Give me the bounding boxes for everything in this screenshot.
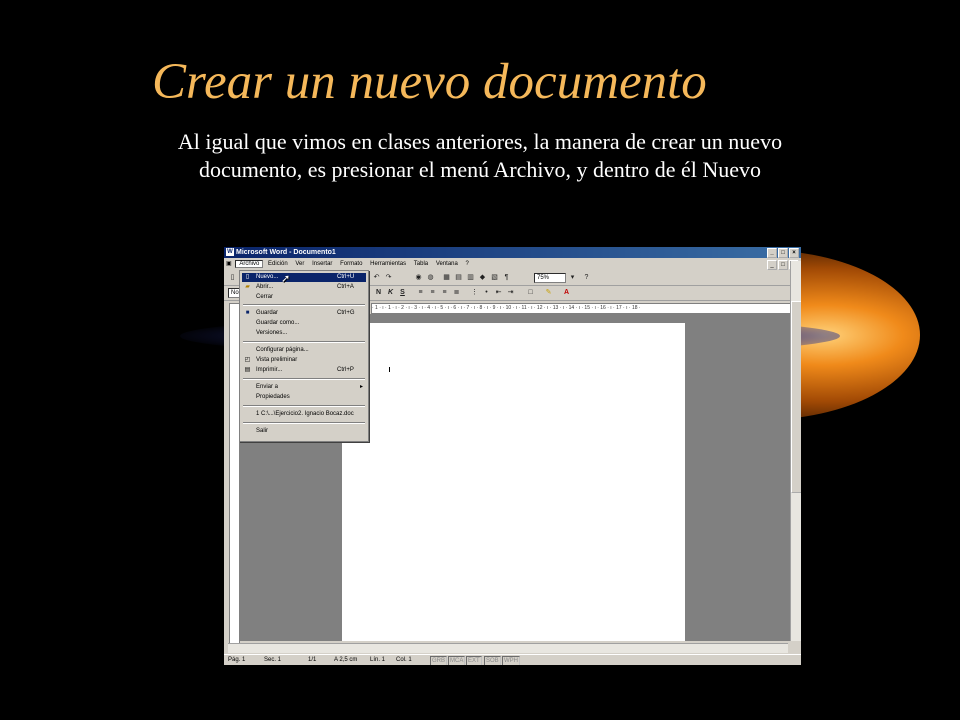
align-center-icon[interactable]: ≡ [428, 288, 437, 297]
menu-item-versiones[interactable]: Versiones... [242, 329, 366, 338]
status-mode-grb[interactable]: GRB [430, 656, 448, 665]
numbering-icon[interactable]: ⋮ [470, 288, 479, 297]
status-pages: 1/1 [308, 657, 317, 663]
submenu-arrow-icon: ▸ [359, 384, 363, 390]
status-mode-wph[interactable]: WPH [502, 656, 520, 665]
close-button[interactable]: × [789, 248, 799, 258]
justify-icon[interactable]: ≣ [452, 288, 461, 297]
minimize-button[interactable]: _ [767, 248, 777, 258]
printer-icon: ▤ [244, 367, 251, 373]
save-disk-icon: ■ [245, 310, 250, 316]
highlight-icon[interactable]: ✎ [544, 288, 553, 297]
print-preview-icon: ◰ [244, 357, 251, 363]
status-section: Sec. 1 [264, 657, 282, 663]
status-bar: Pág. 1 Sec. 1 1/1 A 2,5 cm Lín. 1 Col. 1… [224, 654, 801, 665]
mouse-pointer-icon: ➚ [281, 273, 291, 285]
horizontal-scrollbar[interactable] [228, 643, 788, 653]
status-column: Col. 1 [396, 657, 412, 663]
font-color-icon[interactable]: A [562, 288, 571, 297]
redo-icon[interactable]: ↷ [384, 273, 393, 282]
text-cursor [389, 367, 390, 372]
status-position: A 2,5 cm [334, 657, 358, 663]
status-mode-ext[interactable]: EXT [466, 656, 482, 665]
menu-separator [243, 405, 365, 407]
menu-separator [243, 341, 365, 343]
status-mode-sob[interactable]: SOB [484, 656, 501, 665]
border-icon[interactable]: □ [526, 288, 535, 297]
menu-ventana[interactable]: Ventana [433, 261, 461, 267]
slide-body-text: Al igual que vimos en clases anteriores,… [177, 129, 783, 182]
doc-minimize-button[interactable]: _ [767, 260, 777, 270]
menu-item-enviar-a[interactable]: Enviar a ▸ [242, 383, 366, 392]
file-menu: ▯ Nuevo... Ctrl+U ▰ Abrir... Ctrl+A Cerr… [239, 270, 369, 442]
status-page: Pág. 1 [228, 657, 246, 663]
drawing-icon[interactable]: ◆ [478, 273, 487, 282]
web-icon[interactable]: ◍ [426, 273, 435, 282]
menu-formato[interactable]: Formato [337, 261, 365, 267]
dropdown-arrow-icon[interactable]: ▾ [568, 273, 577, 282]
doc-map-icon[interactable]: ▧ [490, 273, 499, 282]
menu-separator [243, 304, 365, 306]
menu-item-propiedades[interactable]: Propiedades [242, 393, 366, 402]
vertical-scrollbar[interactable] [790, 261, 801, 641]
new-doc-icon: ▯ [245, 274, 250, 280]
doc-restore-button[interactable]: □ [778, 260, 788, 270]
increase-indent-icon[interactable]: ⇥ [506, 288, 515, 297]
italic-button[interactable]: K [386, 288, 395, 297]
menu-item-recent-file[interactable]: 1 C:\...\Ejercicio2. Ignacio Bocaz.doc [242, 410, 366, 419]
word-app-icon: W [226, 248, 234, 256]
show-formatting-icon[interactable]: ¶ [502, 273, 511, 282]
status-mode-mca[interactable]: MCA [448, 656, 466, 665]
menu-item-vista-preliminar[interactable]: ◰ Vista preliminar [242, 356, 366, 365]
open-folder-icon: ▰ [245, 284, 250, 290]
help-icon[interactable]: ? [582, 273, 591, 282]
window-titlebar: W Microsoft Word - Documento1 _ □ × [224, 247, 801, 258]
menu-item-configurar-pagina[interactable]: Configurar página... [242, 346, 366, 355]
menu-item-cerrar[interactable]: Cerrar [242, 293, 366, 302]
menu-bar: ▣ Archivo Edición Ver Insertar Formato H… [224, 259, 801, 270]
underline-button[interactable]: S [398, 288, 407, 297]
maximize-button[interactable]: □ [778, 248, 788, 258]
window-title: Microsoft Word - Documento1 [236, 249, 336, 256]
horizontal-ruler: · 1 · ı · 1 · ı · 2 · ı · 3 · ı · 4 · ı … [371, 303, 798, 314]
columns-icon[interactable]: ▥ [466, 273, 475, 282]
menu-herramientas[interactable]: Herramientas [367, 261, 409, 267]
menu-item-imprimir[interactable]: ▤ Imprimir... Ctrl+P [242, 366, 366, 375]
menu-insertar[interactable]: Insertar [309, 261, 335, 267]
menu-edicion[interactable]: Edición [265, 261, 291, 267]
scrollbar-thumb[interactable] [791, 301, 801, 493]
align-left-icon[interactable]: ≡ [416, 288, 425, 297]
slide-title: Crear un nuevo documento [152, 54, 707, 110]
bullets-icon[interactable]: • [482, 288, 491, 297]
doc-icon: ▣ [226, 261, 232, 267]
menu-archivo[interactable]: Archivo [235, 260, 264, 268]
menu-item-guardar[interactable]: ■ Guardar Ctrl+G [242, 309, 366, 318]
align-right-icon[interactable]: ≡ [440, 288, 449, 297]
zoom-select[interactable]: 75% [534, 273, 566, 283]
menu-item-guardar-como[interactable]: Guardar como... [242, 319, 366, 328]
word-window: W Microsoft Word - Documento1 _ □ × ▣ Archi… [224, 247, 801, 665]
bold-button[interactable]: N [374, 288, 383, 297]
menu-tabla[interactable]: Tabla [411, 261, 431, 267]
hyperlink-icon[interactable]: ◉ [414, 273, 423, 282]
decrease-indent-icon[interactable]: ⇤ [494, 288, 503, 297]
menu-item-abrir[interactable]: ▰ Abrir... Ctrl+A [242, 283, 366, 292]
menu-separator [243, 378, 365, 380]
table-icon[interactable]: ▦ [442, 273, 451, 282]
menu-item-salir[interactable]: Salir [242, 427, 366, 436]
menu-ver[interactable]: Ver [292, 261, 307, 267]
menu-help[interactable]: ? [463, 261, 472, 267]
excel-icon[interactable]: ▤ [454, 273, 463, 282]
new-doc-icon[interactable]: ▯ [228, 273, 237, 282]
menu-separator [243, 422, 365, 424]
undo-icon[interactable]: ↶ [372, 273, 381, 282]
document-page[interactable] [342, 323, 685, 641]
menu-item-nuevo[interactable]: ▯ Nuevo... Ctrl+U [242, 273, 366, 282]
status-line: Lín. 1 [370, 657, 386, 663]
